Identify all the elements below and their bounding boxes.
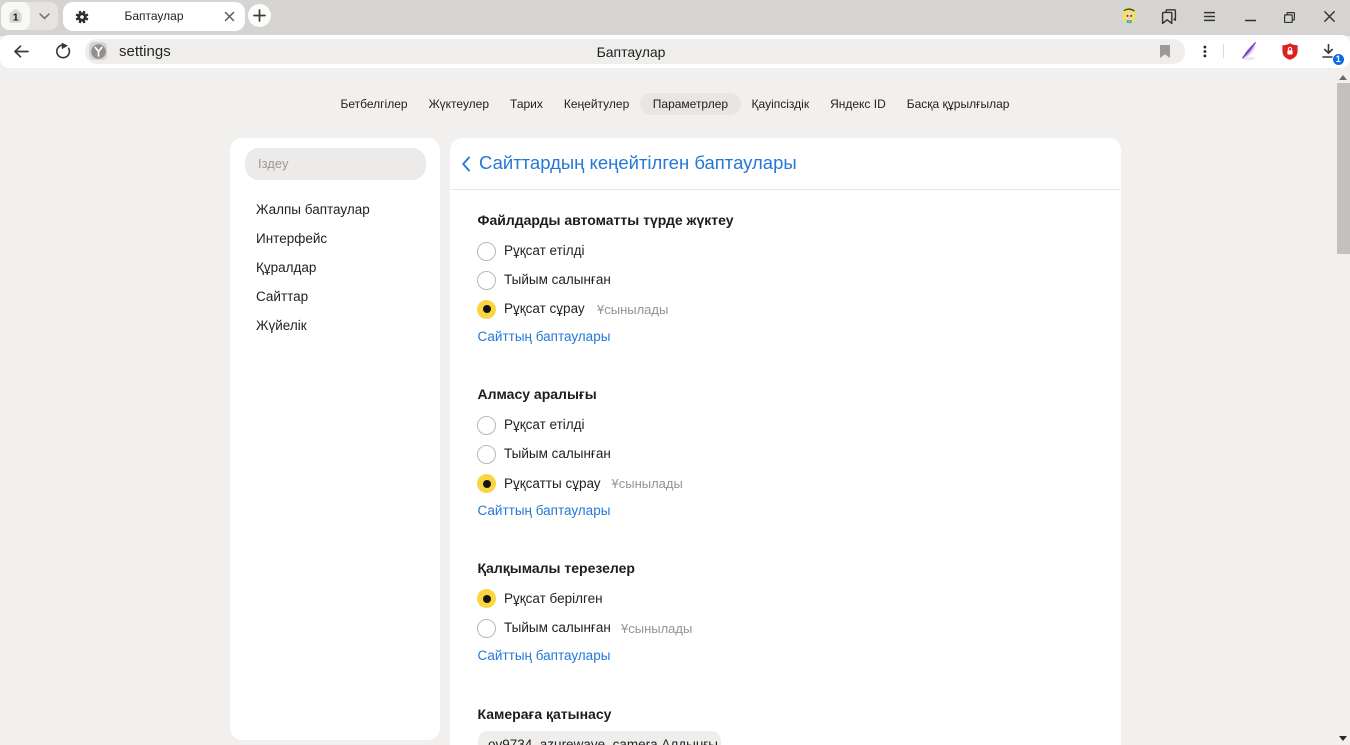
svg-text:1: 1 [13,11,19,23]
